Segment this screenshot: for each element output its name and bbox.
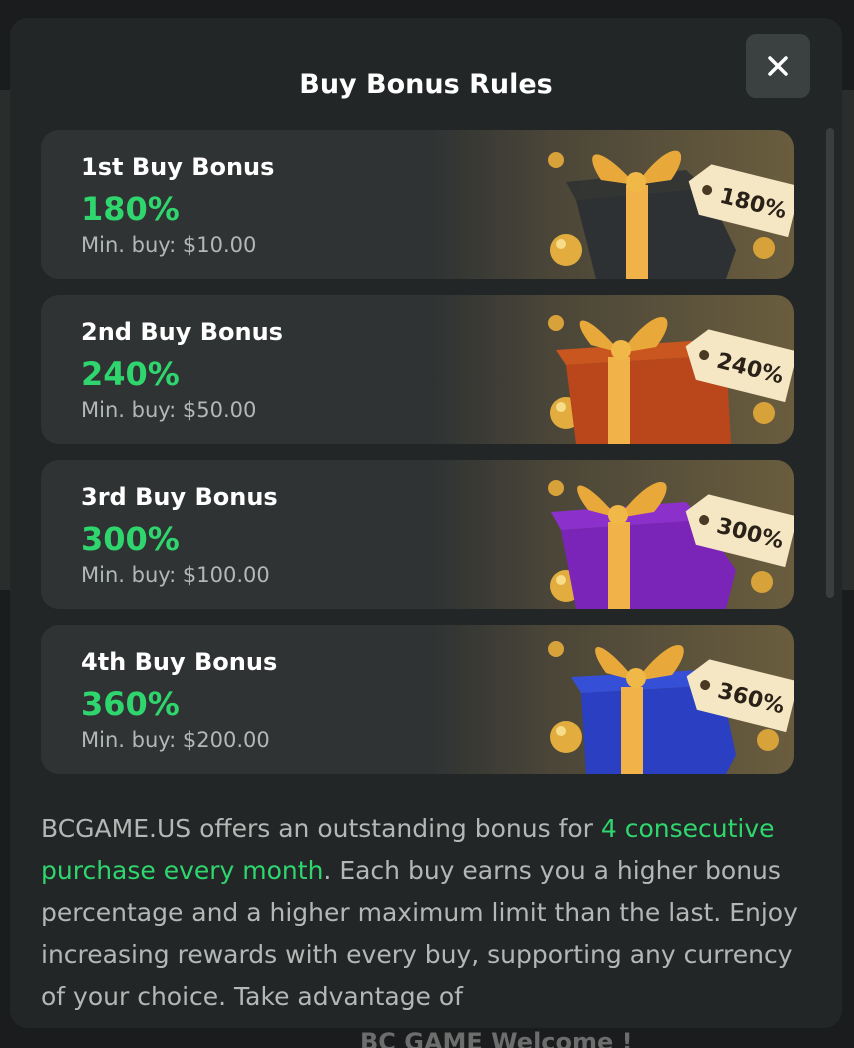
gift-box-illustration: 240%: [548, 315, 794, 444]
gift-box-illustration: 360%: [548, 641, 794, 774]
bonus-card-list: 1st Buy Bonus 180% Min. buy: $10.00 180%: [41, 130, 794, 790]
bonus-description: BCGAME.US offers an outstanding bonus fo…: [41, 808, 811, 1018]
modal-scrollbar[interactable]: [826, 128, 834, 598]
close-button[interactable]: [746, 34, 810, 98]
bonus-card-1: 1st Buy Bonus 180% Min. buy: $10.00 180%: [41, 130, 794, 279]
background-welcome-text: BC GAME Welcome !: [360, 1028, 633, 1048]
close-icon: [768, 56, 788, 76]
bonus-card-min-buy: Min. buy: $100.00: [81, 563, 270, 587]
modal-title: Buy Bonus Rules: [299, 69, 553, 100]
bonus-card-percent: 240%: [81, 355, 180, 393]
buy-bonus-rules-modal: Buy Bonus Rules 1st Buy Bonus 180% Min. …: [10, 18, 842, 1028]
bonus-card-percent: 180%: [81, 190, 180, 228]
description-text: BCGAME.US offers an outstanding bonus fo…: [41, 814, 601, 843]
bonus-card-title: 1st Buy Bonus: [81, 153, 275, 181]
bonus-card-percent: 360%: [81, 685, 180, 723]
gift-box-illustration: 180%: [548, 150, 794, 279]
bonus-card-title: 4th Buy Bonus: [81, 648, 278, 676]
bonus-card-title: 3rd Buy Bonus: [81, 483, 278, 511]
bonus-card-title: 2nd Buy Bonus: [81, 318, 283, 346]
bonus-card-min-buy: Min. buy: $200.00: [81, 728, 270, 752]
bonus-card-4: 4th Buy Bonus 360% Min. buy: $200.00 360…: [41, 625, 794, 774]
bonus-card-3: 3rd Buy Bonus 300% Min. buy: $100.00 300…: [41, 460, 794, 609]
bonus-card-percent: 300%: [81, 520, 180, 558]
bonus-card-min-buy: Min. buy: $10.00: [81, 233, 257, 257]
bonus-card-min-buy: Min. buy: $50.00: [81, 398, 257, 422]
bonus-card-2: 2nd Buy Bonus 240% Min. buy: $50.00 240%: [41, 295, 794, 444]
gift-box-illustration: 300%: [548, 480, 794, 609]
